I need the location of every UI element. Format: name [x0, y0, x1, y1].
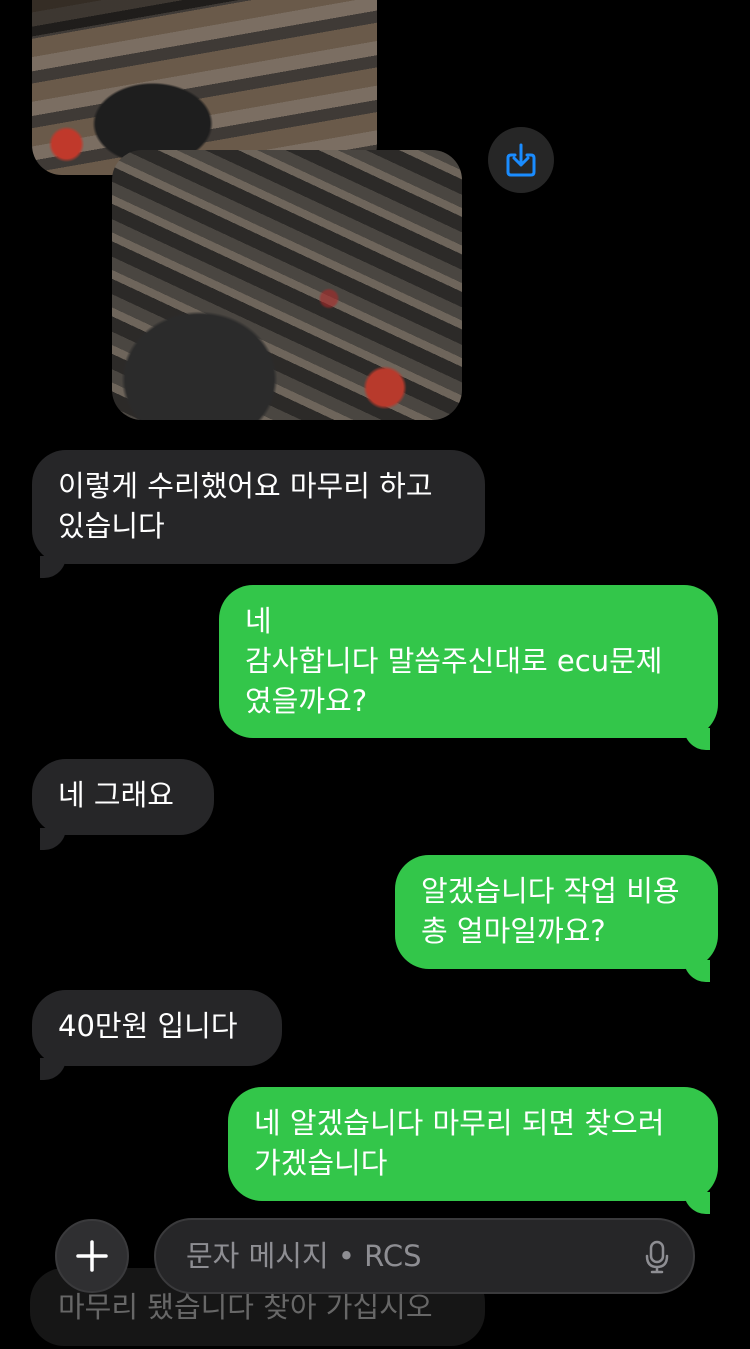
save-to-device-icon: [506, 143, 536, 177]
message-bubble-incoming: 40만원 입니다: [32, 990, 282, 1066]
attachment-photo-1[interactable]: [32, 0, 377, 175]
bubble-tail: [684, 1192, 710, 1214]
message-bubble-outgoing: 네 알겠습니다 마무리 되면 찾으러 가겠습니다: [228, 1087, 718, 1201]
message-bubble-incoming: 네 그래요: [32, 759, 214, 835]
bubble-tail: [40, 828, 66, 850]
bubble-tail: [684, 960, 710, 982]
message-input[interactable]: 문자 메시지 • RCS: [154, 1218, 695, 1294]
attach-button[interactable]: [55, 1219, 129, 1293]
message-bubble-outgoing: 알겠습니다 작업 비용 총 얼마일까요?: [395, 855, 718, 969]
plus-icon: [76, 1240, 108, 1272]
bubble-tail: [40, 556, 66, 578]
bubble-tail: [684, 728, 710, 750]
attachment-photo-2[interactable]: [112, 150, 462, 420]
message-input-placeholder: 문자 메시지 • RCS: [186, 1239, 422, 1273]
microphone-icon[interactable]: [645, 1240, 669, 1274]
message-bubble-incoming: 이렇게 수리했어요 마무리 하고 있습니다: [32, 450, 485, 564]
bubble-tail: [40, 1058, 66, 1080]
message-bubble-outgoing: 네 감사합니다 말씀주신대로 ecu문제 였을까요?: [219, 585, 718, 738]
save-button[interactable]: [488, 127, 554, 193]
